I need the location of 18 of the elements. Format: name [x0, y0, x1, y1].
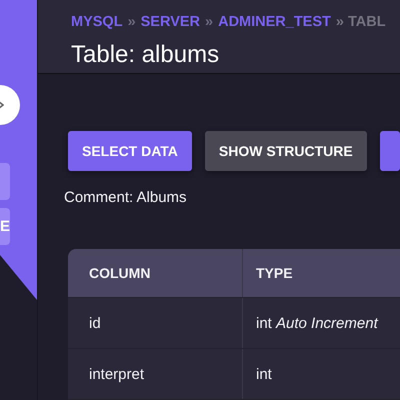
table-cell-text: int	[255, 364, 273, 384]
column-header: TYPE	[255, 264, 294, 283]
table-cell: interpret	[68, 349, 243, 399]
show-structure-button[interactable]: SHOW STRUCTURE	[204, 131, 367, 171]
breadcrumb-link[interactable]: ADMINER_TEST	[218, 14, 331, 30]
breadcrumb-link[interactable]: SERVER	[140, 14, 200, 30]
action-button[interactable]	[380, 131, 400, 171]
breadcrumb-link[interactable]: MYSQL	[71, 14, 123, 30]
sidebar-button[interactable]: E	[0, 208, 10, 245]
table-cell: id	[68, 298, 243, 348]
breadcrumb-current: » TABL	[336, 14, 386, 30]
column-header: COLUMN	[68, 249, 243, 297]
table-comment: Comment: Albums	[64, 189, 188, 206]
breadcrumb-separator: »	[128, 14, 136, 30]
select-data-button[interactable]: SELECT DATA	[68, 131, 192, 171]
breadcrumb-separator: »	[205, 14, 214, 30]
table-cell-text: int Auto Increment	[255, 314, 380, 334]
page-title: Table: albums	[71, 41, 220, 69]
